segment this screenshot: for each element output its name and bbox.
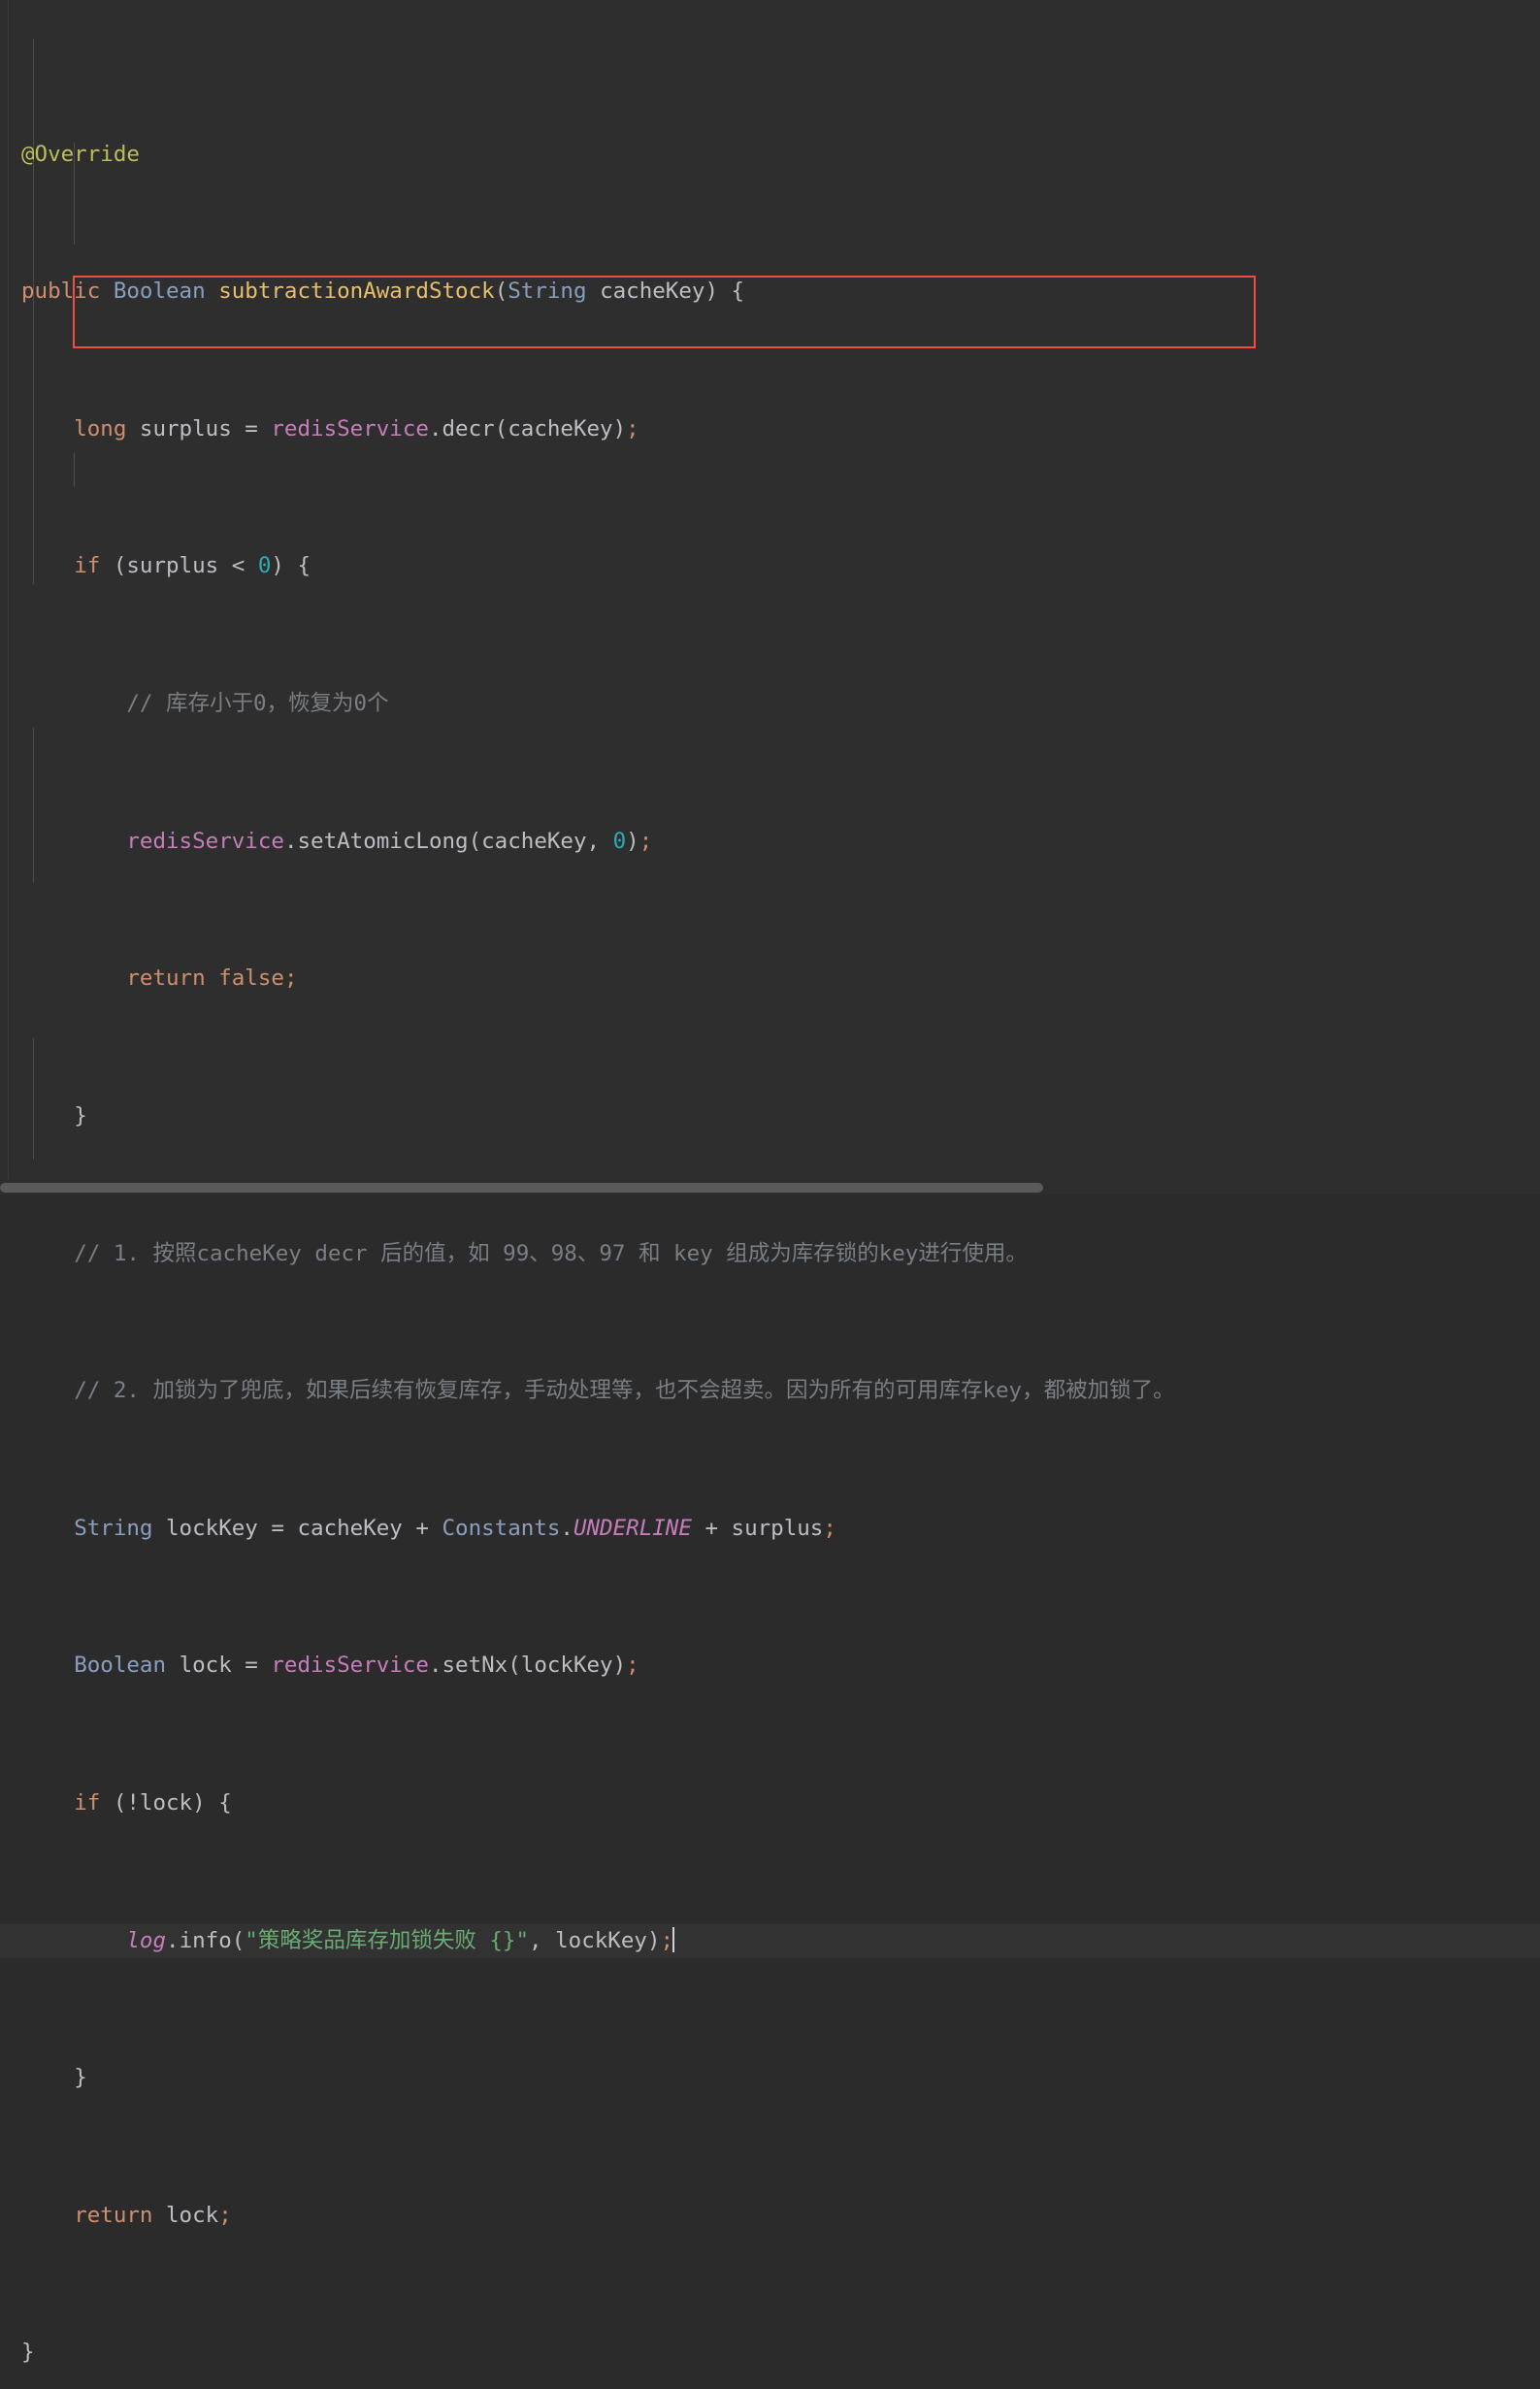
arg-cachekey: cacheKey <box>508 415 613 442</box>
highlighted-comment-2: // 2. 加锁为了兜底，如果后续有恢复库存，手动处理等，也不会超卖。因为所有的… <box>74 1378 1175 1404</box>
comment-text: // 库存小于0，恢复为0个 <box>126 691 389 717</box>
keyword-return: return <box>126 965 206 992</box>
string-literal-open: "策略奖品库存加锁失败 <box>245 1927 490 1953</box>
code-line-comment-stock-below-zero: // 库存小于0，恢复为0个 <box>0 687 1540 721</box>
code-line-close-method1: } <box>21 2340 35 2366</box>
keyword-public: public <box>21 278 101 305</box>
var-surplus: surplus <box>731 1515 824 1541</box>
arg-lockkey: lockKey <box>520 1653 613 1679</box>
operator-lt: < <box>231 553 246 579</box>
number-zero: 0 <box>612 828 627 854</box>
keyword-if: if <box>74 1789 101 1816</box>
keyword-long: long <box>74 415 127 442</box>
class-constants: Constants <box>442 1515 561 1541</box>
call-decr: decr <box>442 415 495 442</box>
keyword-return: return <box>74 2202 153 2228</box>
string-placeholder-braces: {} <box>489 1927 516 1953</box>
var-lock: lock <box>166 2202 219 2228</box>
code-line-log-info[interactable]: log.info("策略奖品库存加锁失败 {}", lockKey); <box>0 1923 1540 1958</box>
code-line-return-false: return false; <box>126 965 298 992</box>
code-line-declare-lock: Boolean lock = redisService.setNx(lockKe… <box>74 1653 639 1679</box>
field-redisservice: redisService <box>271 415 429 442</box>
code-line-close-if: } <box>74 1102 87 1129</box>
var-surplus: surplus <box>139 415 232 442</box>
code-line-set-atomic-long: redisService.setAtomicLong(cacheKey, 0); <box>126 828 653 854</box>
method-name-subtraction-award-stock[interactable]: subtractionAwardStock <box>218 278 494 304</box>
code-line-declare-surplus: long surplus = redisService.decr(cacheKe… <box>74 415 639 442</box>
literal-false: false <box>218 965 284 992</box>
code-editor-pane[interactable]: @Override public Boolean subtractionAwar… <box>0 0 1540 2365</box>
field-redisservice: redisService <box>271 1653 429 1679</box>
code-line-if-surplus: if (surplus < 0) { <box>74 553 311 579</box>
param-name-cachekey: cacheKey <box>600 278 705 305</box>
cond-var-surplus: surplus <box>126 553 219 579</box>
var-lockkey: lockKey <box>166 1515 258 1541</box>
code-line-annotation-override: @Override <box>0 138 1540 172</box>
type-string: String <box>74 1515 153 1541</box>
call-info: info <box>179 1927 232 1953</box>
var-cachekey: cacheKey <box>297 1515 403 1541</box>
arg-cachekey: cacheKey <box>481 828 587 854</box>
number-zero: 0 <box>257 553 272 579</box>
horizontal-scrollbar-track[interactable] <box>0 1181 1540 1194</box>
var-lock: lock <box>179 1653 232 1679</box>
keyword-if: if <box>74 553 101 579</box>
code-line-if-not-lock: if (!lock) { <box>74 1789 232 1816</box>
arg-lockkey: lockKey <box>555 1927 647 1953</box>
field-redisservice: redisService <box>126 828 284 854</box>
call-setatomiclong: setAtomicLong <box>297 828 469 854</box>
highlighted-comment-1: // 1. 按照cacheKey decr 后的值，如 99、98、97 和 k… <box>74 1240 1028 1266</box>
text-caret <box>672 1926 675 1952</box>
code-line-return-lock: return lock; <box>74 2202 232 2228</box>
type-boolean: Boolean <box>113 278 206 305</box>
code-line-method1-signature: public Boolean subtractionAwardStock(Str… <box>21 278 745 305</box>
annotation-override: @Override <box>21 141 140 167</box>
cond-not-lock: !lock <box>126 1789 193 1816</box>
code-line-declare-lockkey: String lockKey = cacheKey + Constants.UN… <box>74 1515 836 1541</box>
type-boolean: Boolean <box>74 1653 167 1679</box>
param-type-string: String <box>508 278 587 305</box>
constant-underline: UNDERLINE <box>573 1515 692 1541</box>
horizontal-scrollbar-thumb[interactable] <box>0 1183 1043 1193</box>
code-line-numbered-comment-2: // 2. 加锁为了兜底，如果后续有恢复库存，手动处理等，也不会超卖。因为所有的… <box>0 1374 1540 1408</box>
code-line-numbered-comment-1: // 1. 按照cacheKey decr 后的值，如 99、98、97 和 k… <box>0 1237 1540 1271</box>
code-line-close-if-block: } <box>74 2065 87 2091</box>
string-literal-close: " <box>515 1927 530 1953</box>
call-setnx: setNx <box>442 1653 508 1679</box>
logger-log: log <box>126 1927 167 1953</box>
code-content[interactable]: @Override public Boolean subtractionAwar… <box>0 0 1540 2389</box>
